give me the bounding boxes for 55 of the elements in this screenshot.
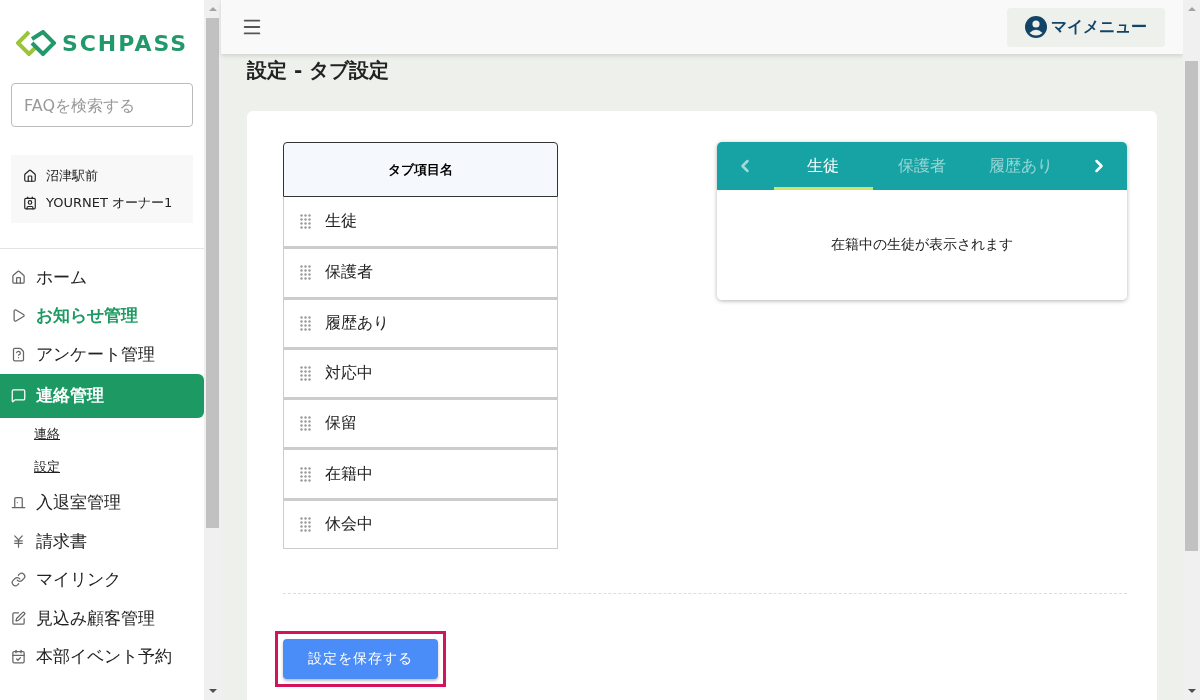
tab-item-row[interactable]: 休会中 <box>283 498 558 550</box>
tab-item-label: 対応中 <box>325 363 373 385</box>
drag-handle-icon[interactable] <box>300 516 311 532</box>
nav-item[interactable]: 入退室管理 <box>0 483 204 522</box>
scrollbar[interactable] <box>204 0 221 700</box>
tab-item-row[interactable]: 対応中 <box>283 347 558 399</box>
play-icon <box>11 308 26 324</box>
nav-item[interactable]: お知らせ管理 <box>0 296 204 335</box>
nav-item[interactable]: マイリンク <box>0 560 204 599</box>
tab-item-row[interactable]: 保留 <box>283 398 558 449</box>
calendar-check-icon <box>11 649 26 665</box>
logo-text: SCHPASS <box>61 30 189 56</box>
scrollbar[interactable] <box>1183 0 1200 700</box>
tab-item-row[interactable]: 保護者 <box>283 247 558 298</box>
chat-icon <box>11 388 26 403</box>
preview-message: 在籍中の生徒が表示されます <box>831 236 1013 254</box>
nav-item[interactable]: 本部イベント予約 <box>0 637 204 676</box>
drag-handle-icon[interactable] <box>300 466 311 482</box>
nav-item[interactable]: アンケート管理 <box>0 335 204 374</box>
nav-item[interactable]: 請求書 <box>0 522 204 561</box>
tab-item-row[interactable]: 在籍中 <box>283 448 558 499</box>
drag-handle-icon[interactable] <box>300 315 311 331</box>
column-header: タブ項目名 <box>283 142 558 197</box>
tab-item-label: 保護者 <box>325 262 373 284</box>
nav-subitem[interactable]: 連絡 <box>34 425 60 443</box>
drag-handle-icon[interactable] <box>300 416 311 432</box>
link-icon <box>11 572 26 588</box>
question-file-icon <box>11 346 26 362</box>
page-title: 設定 - タブ設定 <box>247 57 391 81</box>
logo-icon <box>15 30 56 56</box>
user-name: YOURNET オーナー1 <box>46 193 173 212</box>
tab-item-label: 生徒 <box>325 211 357 233</box>
my-menu-button[interactable]: マイメニュー <box>1007 7 1165 47</box>
nav-subitem[interactable]: 設定 <box>34 458 60 476</box>
nav-item[interactable]: 連絡管理 <box>0 373 204 418</box>
nav-item[interactable]: 見込み顧客管理 <box>0 599 204 638</box>
search-field[interactable]: FAQを検索する <box>11 83 193 127</box>
user-avatar-icon <box>1025 16 1047 38</box>
drag-handle-icon[interactable] <box>300 366 311 382</box>
id-card-icon <box>23 195 37 210</box>
home-icon <box>23 168 37 183</box>
home-icon <box>11 269 26 285</box>
door-icon <box>11 495 26 511</box>
tab-item-label: 休会中 <box>325 513 373 535</box>
yen-icon <box>11 533 26 549</box>
tab-item-row[interactable]: 生徒 <box>283 197 558 248</box>
drag-handle-icon[interactable] <box>300 265 311 281</box>
drag-handle-icon[interactable] <box>300 214 311 230</box>
school-name: 沼津駅前 <box>46 166 98 185</box>
edit-square-icon <box>11 610 26 626</box>
tab-item-label: 保留 <box>325 413 357 435</box>
tab-item-label: 在籍中 <box>325 463 373 485</box>
tab-item-label: 履歴あり <box>325 312 389 334</box>
tab-item-row[interactable]: 履歴あり <box>283 297 558 348</box>
nav-item[interactable]: ホーム <box>0 258 204 297</box>
